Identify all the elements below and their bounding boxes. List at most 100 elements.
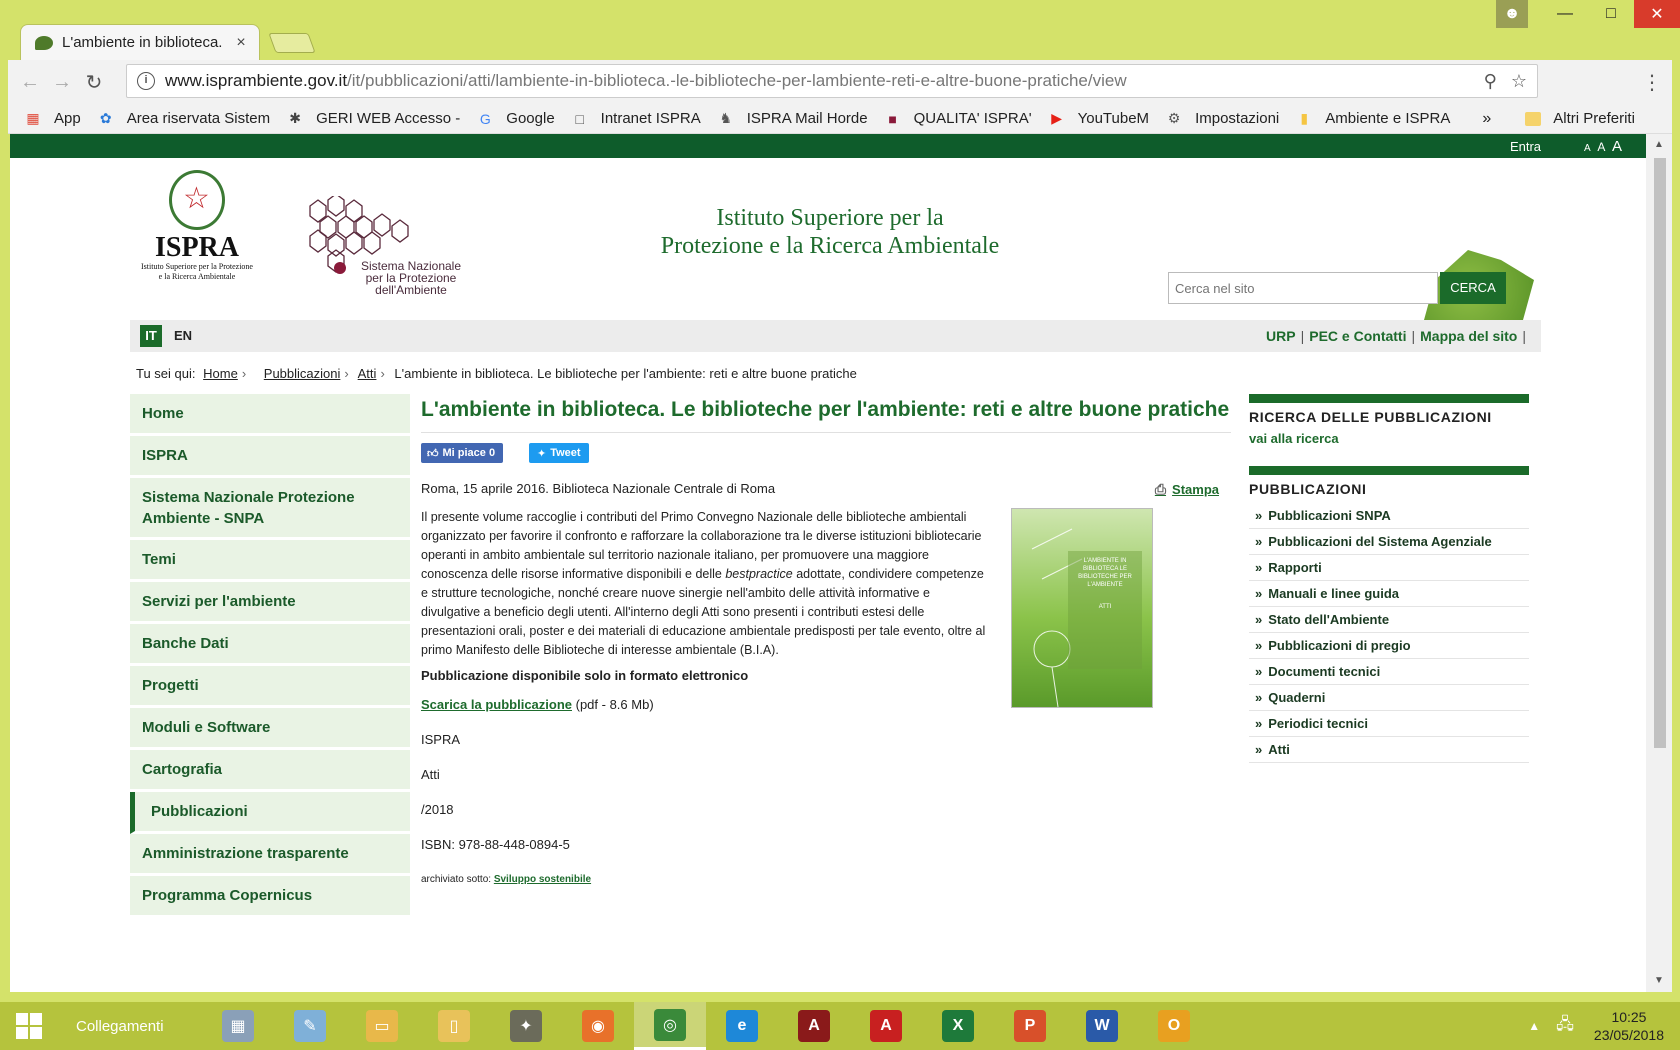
address-bar[interactable]: i www.isprambiente.gov.it/it/pubblicazio…	[126, 64, 1538, 98]
bookmark-0[interactable]: ▦ App	[24, 110, 80, 128]
new-tab-button[interactable]	[268, 33, 316, 53]
site-search-input[interactable]	[1168, 272, 1438, 304]
publication-category-3[interactable]: » Manuali e linee guida	[1249, 581, 1529, 607]
nav-item-9[interactable]: Pubblicazioni	[130, 792, 410, 834]
scroll-up-icon[interactable]: ▲	[1646, 134, 1672, 156]
bookmark-9[interactable]: ▮ Ambiente e ISPRA	[1295, 110, 1450, 128]
nav-item-11[interactable]: Programma Copernicus	[130, 876, 410, 918]
nav-item-6[interactable]: Progetti	[130, 666, 410, 708]
bookmark-8[interactable]: ⚙ Impostazioni	[1165, 110, 1280, 128]
nav-item-3[interactable]: Temi	[130, 540, 410, 582]
taskbar-notepad[interactable]: ✎	[274, 1002, 346, 1050]
ispra-logo[interactable]: ☆ ISPRA Istituto Superiore per la Protez…	[128, 170, 266, 282]
taskbar-excel[interactable]: X	[922, 1002, 994, 1050]
bookmark-label: QUALITA' ISPRA'	[913, 110, 1032, 127]
taskbar-gimp[interactable]: ✦	[490, 1002, 562, 1050]
tab-close-icon[interactable]: ×	[233, 34, 249, 52]
scrollbar-thumb[interactable]	[1654, 158, 1666, 748]
nav-item-8[interactable]: Cartografia	[130, 750, 410, 792]
minimize-button[interactable]: —	[1542, 0, 1588, 28]
nav-item-7[interactable]: Moduli e Software	[130, 708, 410, 750]
font-small-button[interactable]: A	[1584, 143, 1591, 154]
start-button[interactable]	[0, 1002, 58, 1050]
download-link[interactable]: Scarica la pubblicazione	[421, 697, 572, 712]
publication-category-7[interactable]: » Quaderni	[1249, 685, 1529, 711]
user-profile-icon[interactable]: ☻	[1496, 0, 1528, 28]
taskbar-powerpoint[interactable]: P	[994, 1002, 1066, 1050]
print-link[interactable]: ⎙ Stampa	[1155, 481, 1219, 498]
site-info-icon[interactable]: i	[137, 72, 155, 90]
login-link[interactable]: Entra	[1510, 139, 1541, 154]
bookmark-7[interactable]: ▶ YouTubeM	[1048, 110, 1149, 128]
bookmarks-overflow-button[interactable]: »	[1482, 110, 1491, 128]
taskbar-internet-explorer[interactable]: e	[706, 1002, 778, 1050]
bookmark-4[interactable]: □ Intranet ISPRA	[571, 110, 700, 128]
bullet-icon: »	[1255, 508, 1263, 523]
ispra-logo-subtitle-2: e la Ricerca Ambientale	[158, 272, 236, 281]
font-medium-button[interactable]: A	[1597, 140, 1605, 154]
publication-category-2[interactable]: » Rapporti	[1249, 555, 1529, 581]
close-window-button[interactable]: ✕	[1634, 0, 1680, 28]
publication-category-9[interactable]: » Atti	[1249, 737, 1529, 763]
other-bookmarks-folder[interactable]: Altri Preferiti	[1525, 110, 1635, 127]
bookmark-5[interactable]: ♞ ISPRA Mail Horde	[717, 110, 867, 128]
taskbar-folder[interactable]: ▯	[418, 1002, 490, 1050]
site-map-link[interactable]: Mappa del sito	[1420, 328, 1517, 344]
breadcrumb-home[interactable]: Home	[203, 366, 238, 381]
bookmark-3[interactable]: G Google	[476, 110, 555, 128]
nav-item-2[interactable]: Sistema Nazionale Protezione Ambiente - …	[130, 478, 410, 540]
url-text[interactable]: www.isprambiente.gov.it/it/pubblicazioni…	[165, 71, 1484, 91]
taskbar-word[interactable]: W	[1066, 1002, 1138, 1050]
urp-link[interactable]: URP	[1266, 328, 1296, 344]
page-scrollbar[interactable]: ▲ ▼	[1646, 134, 1672, 992]
nav-item-1[interactable]: ISPRA	[130, 436, 410, 478]
tray-expand-icon[interactable]: ▲	[1528, 1019, 1540, 1033]
tweet-button[interactable]: ✦ Tweet	[529, 443, 589, 463]
taskbar-firefox[interactable]: ◉	[562, 1002, 634, 1050]
taskbar-acrobat-reader[interactable]: A	[850, 1002, 922, 1050]
nav-item-10[interactable]: Amministrazione trasparente	[130, 834, 410, 876]
publication-category-6[interactable]: » Documenti tecnici	[1249, 659, 1529, 685]
nav-item-0[interactable]: Home	[130, 394, 410, 436]
facebook-like-button[interactable]: 👍︎ Mi piace 0	[421, 443, 503, 463]
browser-menu-icon[interactable]: ⋮	[1642, 70, 1662, 95]
breadcrumb-atti[interactable]: Atti	[358, 366, 377, 381]
bookmark-2[interactable]: ✱ GERI WEB Accesso -	[286, 110, 460, 128]
maximize-button[interactable]: □	[1588, 0, 1634, 28]
publication-category-8[interactable]: » Periodici tecnici	[1249, 711, 1529, 737]
publication-category-5[interactable]: » Pubblicazioni di pregio	[1249, 633, 1529, 659]
zoom-icon[interactable]: ⚲	[1484, 71, 1497, 92]
search-publications-link[interactable]: vai alla ricerca	[1249, 431, 1529, 446]
search-button[interactable]: CERCA	[1440, 272, 1506, 304]
clock[interactable]: 10:25 23/05/2018	[1594, 1008, 1664, 1044]
publication-category-4[interactable]: » Stato dell'Ambiente	[1249, 607, 1529, 633]
network-icon[interactable]: 🖧︎	[1556, 1013, 1574, 1040]
publication-category-1[interactable]: » Pubblicazioni del Sistema Agenziale	[1249, 529, 1529, 555]
collegamenti-toolbar[interactable]: Collegamenti	[76, 1018, 186, 1035]
publication-category-0[interactable]: » Pubblicazioni SNPA	[1249, 503, 1529, 529]
breadcrumb-pubblicazioni[interactable]: Pubblicazioni	[264, 366, 341, 381]
browser-tab[interactable]: L'ambiente in biblioteca. ×	[20, 24, 260, 60]
archived-tag-link[interactable]: Sviluppo sostenibile	[494, 874, 591, 885]
publication-cover-image[interactable]: L'AMBIENTE IN BIBLIOTECA LE BIBLIOTECHE …	[1011, 508, 1153, 708]
lang-it-button[interactable]: IT	[140, 325, 162, 347]
word-icon: W	[1086, 1010, 1118, 1042]
taskbar-chrome[interactable]: ◎	[634, 1002, 706, 1050]
bookmark-6[interactable]: ■ QUALITA' ISPRA'	[884, 110, 1032, 128]
reload-icon[interactable]: ↻	[78, 70, 110, 95]
bookmark-1[interactable]: ✿ Area riservata Sistem	[97, 110, 270, 128]
taskbar-file-explorer[interactable]: ▭	[346, 1002, 418, 1050]
bookmark-star-icon[interactable]: ☆	[1511, 71, 1527, 92]
taskbar-acrobat[interactable]: A	[778, 1002, 850, 1050]
taskbar-outlook[interactable]: O	[1138, 1002, 1210, 1050]
taskbar-calculator[interactable]: ▦	[202, 1002, 274, 1050]
nav-item-4[interactable]: Servizi per l'ambiente	[130, 582, 410, 624]
font-large-button[interactable]: A	[1612, 138, 1622, 155]
forward-arrow-icon[interactable]: →	[46, 71, 78, 94]
scroll-down-icon[interactable]: ▼	[1646, 970, 1672, 992]
lang-en-button[interactable]: EN	[172, 325, 194, 347]
pec-contatti-link[interactable]: PEC e Contatti	[1309, 328, 1406, 344]
back-arrow-icon[interactable]: ←	[14, 71, 46, 94]
snpa-logo[interactable]: Sistema Nazionale per la Protezione dell…	[300, 193, 490, 306]
nav-item-5[interactable]: Banche Dati	[130, 624, 410, 666]
